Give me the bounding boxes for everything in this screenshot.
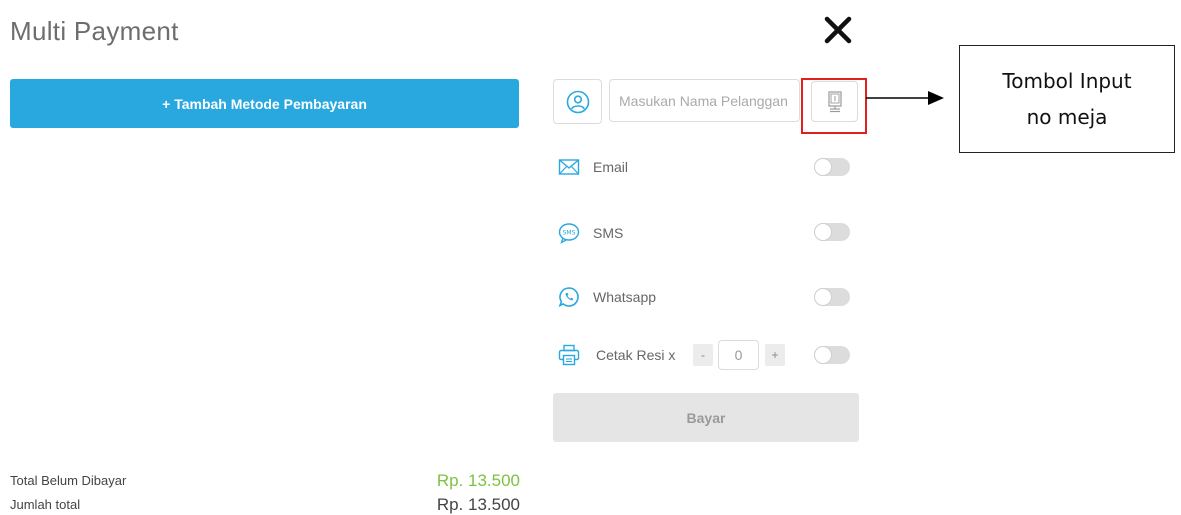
annotation-callout: Tombol Input no meja (959, 45, 1175, 153)
quantity-increase-button[interactable]: + (765, 344, 785, 366)
table-button-highlight (801, 78, 867, 134)
receipt-quantity-input[interactable] (718, 340, 759, 370)
email-toggle[interactable] (814, 158, 850, 176)
customer-button[interactable] (553, 79, 602, 124)
grand-total-label: Jumlah total (10, 497, 81, 512)
whatsapp-toggle[interactable] (814, 288, 850, 306)
whatsapp-icon (558, 286, 580, 308)
quantity-decrease-button[interactable]: - (693, 344, 713, 366)
sms-label: SMS (593, 225, 624, 241)
svg-text:SMS: SMS (563, 229, 576, 236)
email-icon (558, 156, 580, 178)
annotation-text: Tombol Input no meja (1002, 69, 1132, 129)
print-receipt-toggle[interactable] (814, 346, 850, 364)
printer-icon (558, 344, 580, 366)
annotation-arrow (866, 91, 944, 105)
customer-name-input[interactable] (609, 79, 800, 122)
modal-title: Multi Payment (10, 16, 179, 46)
email-label: Email (593, 159, 629, 175)
close-button[interactable] (820, 12, 856, 48)
add-payment-method-button[interactable]: + Tambah Metode Pembayaran (10, 79, 519, 128)
print-receipt-label: Cetak Resi x (596, 347, 676, 363)
unpaid-total-value: Rp. 13.500 (436, 471, 520, 490)
user-icon (566, 90, 589, 113)
grand-total-value: Rp. 13.500 (436, 495, 520, 514)
close-icon (824, 16, 852, 44)
pay-button[interactable]: Bayar (553, 393, 859, 442)
sms-icon: SMS (558, 222, 580, 244)
unpaid-total-label: Total Belum Dibayar (10, 473, 127, 488)
sms-toggle[interactable] (814, 223, 850, 241)
whatsapp-label: Whatsapp (593, 289, 657, 305)
